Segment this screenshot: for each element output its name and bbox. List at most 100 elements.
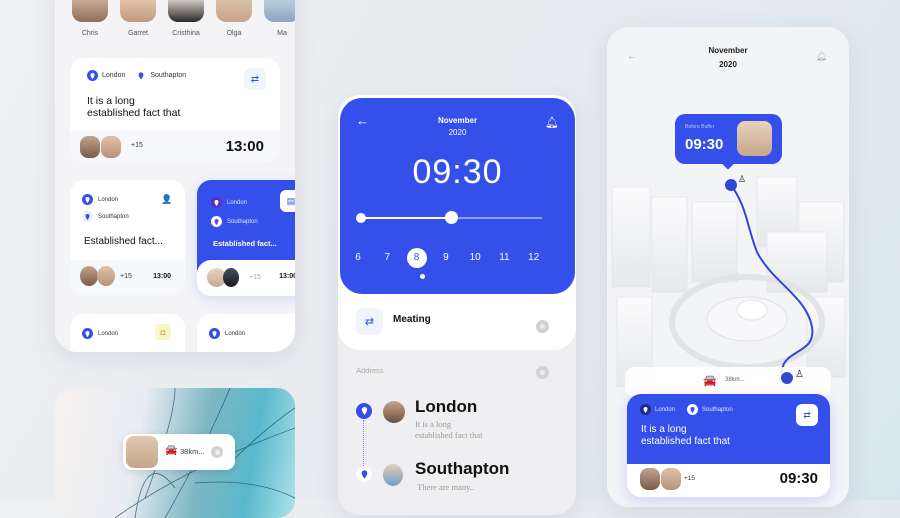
selected-hour-dot	[420, 274, 425, 279]
route-stop[interactable]: London It is a long established fact tha…	[338, 395, 576, 445]
year-label: 2020	[448, 128, 467, 137]
avatar	[97, 266, 115, 286]
hour-option[interactable]: 7	[377, 248, 397, 268]
phone-schedule: ← November 2020 🔔︎ 09:30 6 7 8 9 10 11 12 ⇄ Me…	[338, 95, 576, 515]
card-footer: +15 13:00	[197, 260, 295, 296]
avatar	[383, 464, 403, 486]
trip-card-main[interactable]: London Southapton ⇄ It is a long establi…	[70, 58, 280, 163]
from-city: London	[98, 330, 119, 337]
slider-handle[interactable]	[445, 211, 458, 224]
location-pin-icon	[211, 216, 222, 227]
person-name: Olga	[226, 30, 242, 37]
phone-trips-list: Chris Garret Cristhina Olga Ma London So…	[55, 0, 295, 352]
trip-time: 13:00	[279, 273, 295, 280]
person-name: Chris	[81, 30, 99, 37]
stop-city: London	[415, 397, 478, 416]
stop-desc-line1: It is a long	[415, 419, 452, 429]
month-label: November	[708, 46, 748, 55]
extra-count: +15	[131, 142, 143, 149]
location-pin-icon	[82, 328, 93, 339]
bubble-label: Before Buffer	[685, 124, 715, 130]
add-address-button[interactable]	[536, 366, 549, 379]
slider-fill	[360, 217, 451, 219]
location-pin-icon	[87, 70, 98, 81]
extra-count: +15	[249, 274, 261, 281]
briefcase-icon[interactable]: ◘	[155, 324, 171, 340]
card-text-line2: established fact that	[87, 107, 181, 119]
location-pin-icon	[82, 194, 93, 205]
card-footer: +15 09:30	[627, 464, 830, 497]
add-button[interactable]	[536, 320, 549, 333]
hour-option[interactable]: 9	[436, 248, 456, 268]
bell-icon[interactable]: 🔔︎	[816, 51, 827, 62]
card-text-line1: It is a long	[87, 95, 135, 107]
hour-option-selected[interactable]: 8	[406, 248, 427, 268]
time-slider[interactable]	[356, 211, 542, 224]
document-icon[interactable]: ▤	[280, 190, 295, 212]
avatar	[383, 401, 405, 423]
trip-time: 13:00	[225, 138, 264, 155]
year-label: 2020	[719, 60, 737, 69]
hour-option[interactable]: 12	[524, 248, 544, 268]
bell-icon[interactable]: 🔔︎	[545, 116, 559, 129]
time-bubble[interactable]: Before Buffer 09:30	[675, 114, 782, 170]
from-city: London	[225, 330, 246, 337]
to-city: Southapton	[98, 213, 129, 220]
location-pin-icon	[356, 403, 372, 419]
slider-start-handle[interactable]	[356, 213, 366, 223]
trip-card[interactable]: London Southapton ⇄ It is a long establi…	[627, 394, 830, 497]
leaf-image-card: 🚘 38km...	[55, 388, 295, 518]
meeting-label: Meating	[393, 314, 431, 325]
stop-city: Southapton	[415, 459, 510, 478]
trip-card-small[interactable]: London 👤 Southapton Established fact... …	[70, 180, 185, 295]
person-name: Garret	[128, 30, 148, 37]
person-item[interactable]: Cristhina	[167, 0, 205, 37]
from-city: London	[102, 72, 126, 79]
avatar	[640, 468, 660, 490]
person-item[interactable]: Chris	[71, 0, 109, 37]
card-footer: +15 13:00	[70, 260, 185, 295]
location-pin-icon	[356, 466, 372, 482]
avatar	[80, 136, 100, 158]
location-pin-icon	[640, 404, 651, 415]
month-label: November	[437, 116, 478, 125]
route-start-point[interactable]	[725, 179, 737, 191]
avatar	[168, 0, 204, 22]
stop-desc-line1: There are many..	[417, 482, 475, 492]
hour-option[interactable]: 10	[465, 248, 485, 268]
person-item[interactable]: Olga	[215, 0, 253, 37]
time-picker-panel: ← November 2020 🔔︎ 09:30 6 7 8 9 10 11 12	[340, 98, 575, 294]
hours-row: 6 7 8 9 10 11 12	[350, 248, 555, 268]
meeting-row[interactable]: ⇄ Meating	[338, 300, 576, 345]
card-title: Established fact...	[213, 239, 277, 248]
route-end-point[interactable]	[781, 372, 793, 384]
from-city: London	[655, 406, 676, 413]
location-pin-icon	[211, 197, 222, 208]
distance-chip[interactable]: 🚘 38km...	[123, 434, 235, 470]
person-name: Ma	[277, 30, 287, 37]
person-item[interactable]: Ma	[263, 0, 295, 37]
route-stop[interactable]: Southapton There are many..	[338, 457, 576, 497]
stop-desc-line2: established fact that	[415, 430, 483, 440]
from-city: London	[98, 196, 119, 203]
trip-time: 13:00	[153, 273, 171, 280]
avatar	[223, 268, 239, 287]
person-icon: ♙	[738, 174, 747, 184]
to-city: Southapton	[702, 406, 733, 413]
to-city: Southapton	[150, 72, 187, 79]
user-icon[interactable]: 👤	[161, 194, 172, 204]
hour-option[interactable]: 6	[348, 248, 368, 268]
add-button[interactable]	[211, 446, 223, 458]
person-name: Cristhina	[172, 30, 200, 37]
hour-option[interactable]: 11	[494, 248, 514, 268]
handshake-icon: ⇄	[356, 308, 383, 335]
trip-card-small[interactable]: London	[197, 314, 295, 352]
trip-card-small-selected[interactable]: London ▤ Southapton Established fact... …	[197, 180, 295, 296]
distance-text: 38km...	[180, 447, 205, 456]
trip-card-small[interactable]: London ◘	[70, 314, 185, 352]
person-item[interactable]: Garret	[119, 0, 157, 37]
location-pin-icon	[209, 328, 220, 339]
handshake-icon[interactable]: ⇄	[796, 404, 818, 426]
handshake-icon[interactable]: ⇄	[244, 68, 266, 90]
trip-time: 09:30	[779, 470, 818, 487]
